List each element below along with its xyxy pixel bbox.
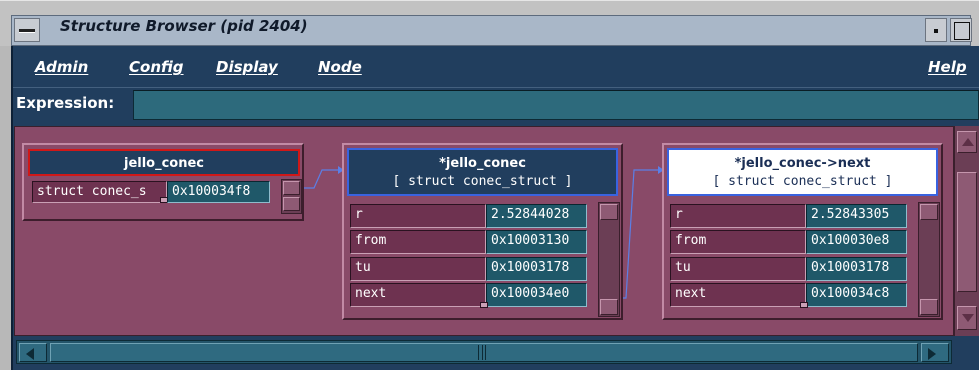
node-scroll-down[interactable] [920,299,938,315]
field-value-next[interactable]: 0x100034e0 [486,283,587,307]
node-title-text: *jello_conec->next [734,156,871,171]
field-name-r[interactable]: r [670,204,806,228]
node-scroll-up[interactable] [920,204,938,220]
node-type-field[interactable]: struct conec_s [32,181,167,203]
node-title-deref[interactable]: *jello_conec [ struct conec_struct ] [347,148,618,196]
field-name-r[interactable]: r [350,204,486,228]
field-name-from[interactable]: from [350,230,486,254]
node-title-next[interactable]: *jello_conec->next [ struct conec_struct… [667,148,938,196]
field-name-tu[interactable]: tu [670,257,806,281]
node-scrollbar[interactable] [918,202,940,317]
field-value-r[interactable]: 2.52843305 [806,204,907,228]
node-scroll-up[interactable] [600,204,618,220]
node-subtitle: [ struct conec_struct ] [712,174,893,189]
field-value-r[interactable]: 2.52844028 [486,204,587,228]
field-name-from[interactable]: from [670,230,806,254]
field-name-next[interactable]: next [670,283,806,307]
field-value-from[interactable]: 0x100030e8 [806,230,907,254]
node-scroll-down[interactable] [600,299,618,315]
node-scrollbar[interactable] [598,202,620,317]
node-address-field[interactable]: 0x100034f8 [167,181,270,203]
node-subtitle: [ struct conec_struct ] [392,174,573,189]
field-value-tu[interactable]: 0x10003178 [806,257,907,281]
node-title-text: *jello_conec [439,156,526,171]
field-value-from[interactable]: 0x10003130 [486,230,587,254]
node-scrollbar[interactable] [281,179,302,214]
node-scroll-up[interactable] [283,181,300,195]
field-resize-handle[interactable] [480,302,488,308]
node-scroll-down[interactable] [283,197,300,211]
field-name-next[interactable]: next [350,283,486,307]
field-value-next[interactable]: 0x100034c8 [806,283,907,307]
node-title-jello-conec[interactable]: jello_conec [28,149,300,176]
field-name-tu[interactable]: tu [350,257,486,281]
field-resize-handle[interactable] [800,302,808,308]
field-value-tu[interactable]: 0x10003178 [486,257,587,281]
